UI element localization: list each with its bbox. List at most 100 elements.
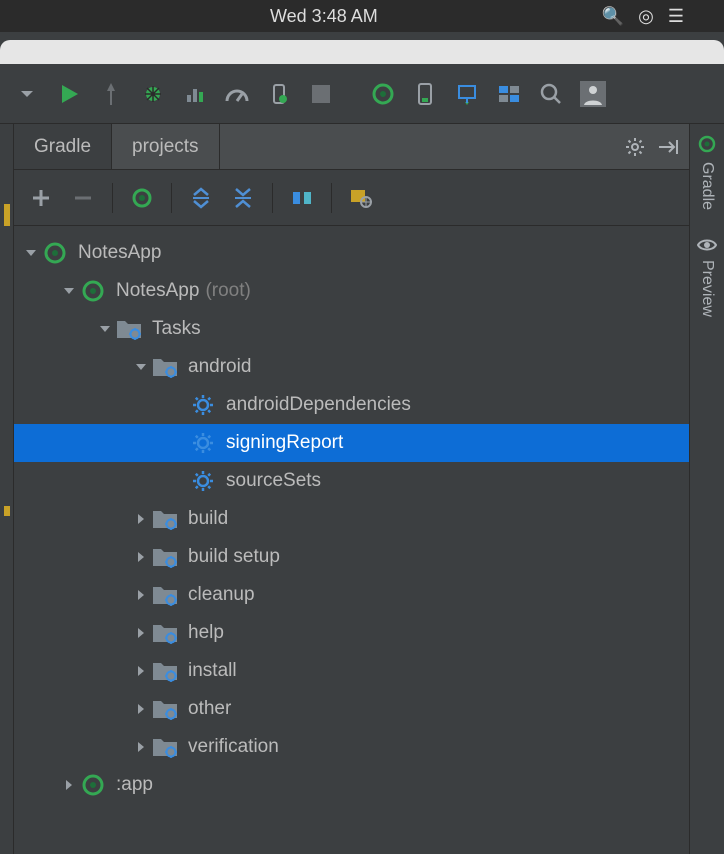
gutter-marker xyxy=(4,506,10,516)
node-label: NotesApp xyxy=(116,280,199,302)
tree-node-task[interactable]: sourceSets xyxy=(14,462,689,500)
node-label: build setup xyxy=(188,546,280,568)
ide-toolbar xyxy=(0,64,724,124)
chevron-right-icon xyxy=(132,700,150,718)
chevron-right-icon xyxy=(132,548,150,566)
tree-node-group-build[interactable]: build xyxy=(14,500,689,538)
tree-node-module-app[interactable]: :app xyxy=(14,766,689,804)
folder-gear-icon xyxy=(152,582,178,608)
tree-node-task-selected[interactable]: signingReport xyxy=(14,424,689,462)
chevron-down-icon xyxy=(132,358,150,376)
sidebar-tab-preview[interactable]: Preview xyxy=(697,238,717,317)
debug-button[interactable] xyxy=(132,73,174,115)
editor-gutter xyxy=(0,124,14,854)
node-label: install xyxy=(188,660,237,682)
search-button[interactable] xyxy=(530,73,572,115)
gradle-icon xyxy=(80,278,106,304)
folder-gear-icon xyxy=(152,734,178,760)
folder-gear-icon xyxy=(116,316,142,342)
gradle-icon xyxy=(42,240,68,266)
siri-glyph: ◎ xyxy=(638,6,654,27)
gutter-marker xyxy=(4,204,10,226)
profiler-button[interactable] xyxy=(174,73,216,115)
tree-node-group-verification[interactable]: verification xyxy=(14,728,689,766)
sdk-manager-button[interactable] xyxy=(446,73,488,115)
gradle-icon xyxy=(80,772,106,798)
profiler-speed-button[interactable] xyxy=(216,73,258,115)
task-label: sourceSets xyxy=(226,470,321,492)
node-label: verification xyxy=(188,736,279,758)
vtab-label: Preview xyxy=(698,260,716,317)
tree-node-tasks[interactable]: Tasks xyxy=(14,310,689,348)
right-tool-strip: Gradle Preview xyxy=(690,124,724,854)
gear-icon xyxy=(190,430,216,456)
attach-debugger-button[interactable] xyxy=(258,73,300,115)
resource-manager-button[interactable] xyxy=(488,73,530,115)
collapse-all-button[interactable] xyxy=(224,179,262,217)
gradle-tree: NotesApp NotesApp (root) Tasks android xyxy=(14,226,689,854)
gradle-settings-button[interactable] xyxy=(342,179,380,217)
avd-manager-button[interactable] xyxy=(404,73,446,115)
chevron-right-icon xyxy=(132,624,150,642)
toggle-offline-button[interactable] xyxy=(283,179,321,217)
gear-icon xyxy=(190,468,216,494)
tree-node-group-help[interactable]: help xyxy=(14,614,689,652)
sidebar-tab-gradle[interactable]: Gradle xyxy=(697,134,717,210)
sync-gradle-button[interactable] xyxy=(362,73,404,115)
folder-gear-icon xyxy=(152,506,178,532)
reload-button[interactable] xyxy=(123,179,161,217)
folder-gear-icon xyxy=(152,658,178,684)
gear-icon xyxy=(190,392,216,418)
tree-node-group-build-setup[interactable]: build setup xyxy=(14,538,689,576)
chevron-down-icon xyxy=(60,282,78,300)
vtab-label: Gradle xyxy=(698,162,716,210)
tab-gradle[interactable]: Gradle xyxy=(14,124,112,169)
add-button[interactable] xyxy=(22,179,60,217)
chevron-right-icon xyxy=(132,662,150,680)
chevron-right-icon xyxy=(132,738,150,756)
stop-button[interactable] xyxy=(300,73,342,115)
apply-changes-button[interactable] xyxy=(90,73,132,115)
node-label: build xyxy=(188,508,228,530)
folder-gear-icon xyxy=(152,354,178,380)
search-glyph: 🔍 xyxy=(602,6,624,27)
tab-label: projects xyxy=(132,136,199,158)
task-label: androidDependencies xyxy=(226,394,411,416)
tab-label: Gradle xyxy=(34,136,91,158)
chevron-right-icon xyxy=(132,586,150,604)
expand-all-button[interactable] xyxy=(182,179,220,217)
node-label: Tasks xyxy=(152,318,201,340)
remove-button[interactable] xyxy=(64,179,102,217)
folder-gear-icon xyxy=(152,620,178,646)
tree-node-group-android[interactable]: android xyxy=(14,348,689,386)
user-button[interactable] xyxy=(572,73,614,115)
gradle-tool-window: Gradle projects xyxy=(14,124,690,854)
node-label: :app xyxy=(116,774,153,796)
hide-icon[interactable] xyxy=(657,138,679,156)
tree-node-module-root[interactable]: NotesApp (root) xyxy=(14,272,689,310)
tree-node-group-cleanup[interactable]: cleanup xyxy=(14,576,689,614)
node-label: other xyxy=(188,698,231,720)
tree-node-group-install[interactable]: install xyxy=(14,652,689,690)
window-titlebar xyxy=(0,40,724,64)
folder-gear-icon xyxy=(152,544,178,570)
chevron-right-icon xyxy=(132,510,150,528)
node-label: help xyxy=(188,622,224,644)
task-label: signingReport xyxy=(226,432,343,454)
tree-node-project-root[interactable]: NotesApp xyxy=(14,234,689,272)
node-label: android xyxy=(188,356,251,378)
dropdown-button[interactable] xyxy=(6,73,48,115)
gradle-tab-row: Gradle projects xyxy=(14,124,689,170)
chevron-down-icon xyxy=(22,244,40,262)
tree-node-group-other[interactable]: other xyxy=(14,690,689,728)
tab-projects[interactable]: projects xyxy=(112,124,220,169)
menu-glyph: ☰ xyxy=(668,6,684,27)
node-label: NotesApp xyxy=(78,242,161,264)
node-label: cleanup xyxy=(188,584,255,606)
tree-node-task[interactable]: androidDependencies xyxy=(14,386,689,424)
run-button[interactable] xyxy=(48,73,90,115)
gear-icon[interactable] xyxy=(625,137,645,157)
chevron-right-icon xyxy=(60,776,78,794)
gradle-toolbar xyxy=(14,170,689,226)
os-menubar: Wed 3:48 AM 🔍 ◎ ☰ xyxy=(0,0,724,32)
